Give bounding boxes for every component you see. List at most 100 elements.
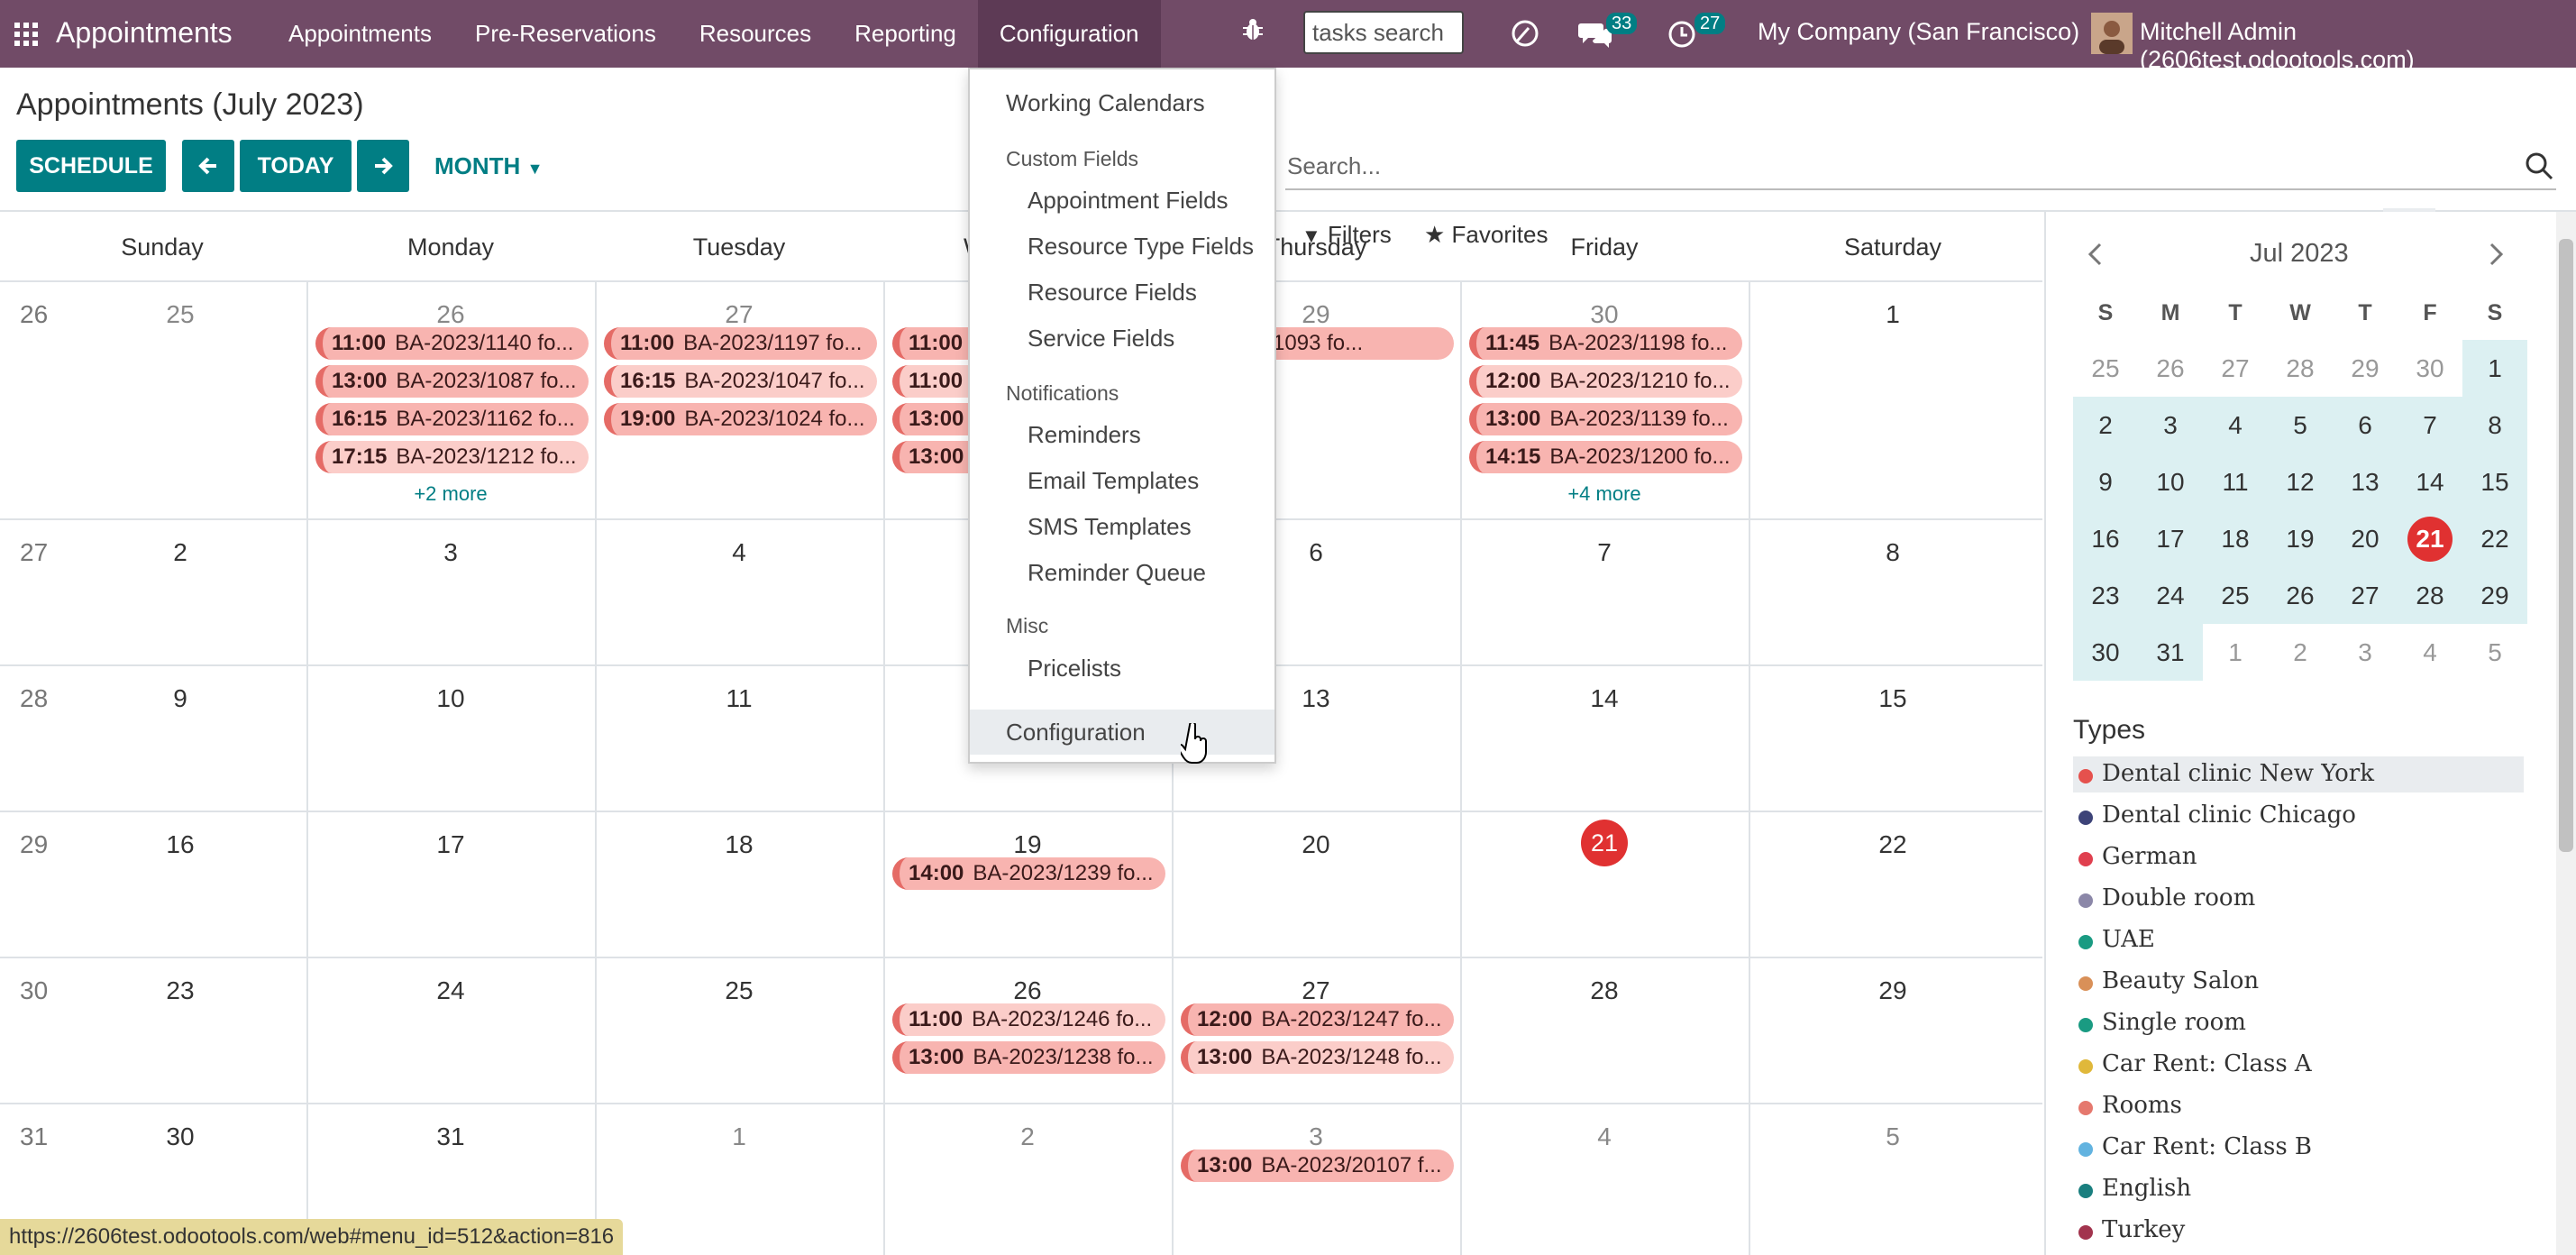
day-number[interactable]: 19 bbox=[883, 830, 1172, 859]
day-number[interactable]: 27 bbox=[595, 300, 883, 329]
menu-item-resource-type-fields[interactable]: Resource Type Fields bbox=[1028, 233, 1254, 261]
type-filter-item[interactable]: Dental clinic Chicago bbox=[2073, 798, 2524, 834]
day-number[interactable]: 3 bbox=[306, 538, 595, 567]
type-filter-item[interactable]: Car Rent: Class B bbox=[2073, 1130, 2524, 1166]
type-filter-item[interactable]: English bbox=[2073, 1171, 2524, 1207]
page-scrollbar[interactable] bbox=[2556, 212, 2576, 1255]
day-number[interactable]: 8 bbox=[1749, 538, 2037, 567]
mini-calendar-day[interactable]: 4 bbox=[2398, 624, 2462, 681]
menu-item-reminder-queue[interactable]: Reminder Queue bbox=[1028, 559, 1206, 587]
mini-calendar-day[interactable]: 5 bbox=[2268, 397, 2333, 453]
calendar-event[interactable]: 16:15 BA-2023/1162 fo... bbox=[315, 403, 589, 435]
debug-bug-icon[interactable] bbox=[1239, 16, 1266, 43]
mini-calendar-day[interactable]: 11 bbox=[2203, 453, 2268, 510]
menu-configuration[interactable]: Configuration bbox=[977, 0, 1161, 68]
menu-item-pricelists[interactable]: Pricelists bbox=[1028, 655, 1121, 682]
menu-item-sms-templates[interactable]: SMS Templates bbox=[1028, 513, 1192, 541]
mini-calendar-day[interactable]: 17 bbox=[2138, 510, 2203, 567]
calendar-event[interactable]: 11:00 BA-2023/1197 fo... bbox=[604, 327, 877, 360]
mini-calendar-day[interactable]: 13 bbox=[2333, 453, 2398, 510]
mini-calendar-day[interactable]: 4 bbox=[2203, 397, 2268, 453]
previous-button[interactable] bbox=[182, 140, 234, 192]
calendar-event[interactable]: 16:15 BA-2023/1047 fo... bbox=[604, 365, 877, 398]
calendar-event[interactable]: 13:00 BA-2023/1139 fo... bbox=[1469, 403, 1742, 435]
mini-calendar-day[interactable]: 8 bbox=[2462, 397, 2527, 453]
day-number[interactable]: 29 bbox=[1749, 976, 2037, 1005]
mini-calendar-day[interactable]: 9 bbox=[2073, 453, 2138, 510]
mini-calendar-day[interactable]: 12 bbox=[2268, 453, 2333, 510]
scrollbar-thumb[interactable] bbox=[2559, 239, 2573, 852]
search-icon[interactable] bbox=[2524, 151, 2554, 181]
menu-item-resource-fields[interactable]: Resource Fields bbox=[1028, 279, 1197, 307]
mini-calendar-day[interactable]: 28 bbox=[2398, 567, 2462, 624]
today-day-number[interactable]: 21 bbox=[1460, 820, 1749, 866]
calendar-event[interactable]: 12:00 BA-2023/1210 fo... bbox=[1469, 365, 1742, 398]
type-filter-item[interactable]: UAE bbox=[2073, 922, 2524, 958]
search-input[interactable]: Search... bbox=[1285, 142, 2556, 190]
company-switcher[interactable]: My Company (San Francisco) bbox=[1758, 18, 2079, 46]
mini-calendar-day[interactable]: 27 bbox=[2203, 340, 2268, 397]
mini-calendar-day[interactable]: 15 bbox=[2462, 453, 2527, 510]
menu-item-working-calendars[interactable]: Working Calendars bbox=[1006, 89, 1205, 117]
calendar-event[interactable]: 13:00 BA-2023/1087 fo... bbox=[315, 365, 589, 398]
more-events-link[interactable]: +4 more bbox=[1460, 482, 1749, 506]
type-filter-item[interactable]: Beauty Salon bbox=[2073, 964, 2524, 1000]
calendar-event[interactable]: 11:00 BA-2023/1246 fo... bbox=[892, 1003, 1165, 1036]
mini-calendar-day[interactable]: 25 bbox=[2203, 567, 2268, 624]
calendar-event[interactable]: 14:15 BA-2023/1200 fo... bbox=[1469, 441, 1742, 473]
mini-calendar-day[interactable]: 29 bbox=[2333, 340, 2398, 397]
day-number[interactable]: 22 bbox=[1749, 830, 2037, 859]
type-filter-item[interactable]: Car Rent: Class A bbox=[2073, 1047, 2524, 1083]
user-menu[interactable]: Mitchell Admin (2606test.odootools.com) bbox=[2140, 18, 2576, 74]
menu-item-service-fields[interactable]: Service Fields bbox=[1028, 325, 1174, 353]
day-number[interactable]: 1 bbox=[595, 1122, 883, 1151]
next-button[interactable] bbox=[357, 140, 409, 192]
type-filter-item[interactable]: Dental clinic New York bbox=[2073, 756, 2524, 792]
day-number[interactable]: 18 bbox=[595, 830, 883, 859]
calendar-event[interactable]: 14:00 BA-2023/1239 fo... bbox=[892, 857, 1165, 890]
day-number[interactable]: 4 bbox=[595, 538, 883, 567]
menu-item-reminders[interactable]: Reminders bbox=[1028, 421, 1141, 449]
calendar-event[interactable]: 13:00 BA-2023/1238 fo... bbox=[892, 1041, 1165, 1074]
day-number[interactable]: 16 bbox=[36, 830, 324, 859]
mini-calendar-day[interactable]: 24 bbox=[2138, 567, 2203, 624]
day-number[interactable]: 17 bbox=[306, 830, 595, 859]
day-number[interactable]: 26 bbox=[306, 300, 595, 329]
menu-pre-reservations[interactable]: Pre-Reservations bbox=[453, 0, 678, 68]
mini-calendar-day[interactable]: 23 bbox=[2073, 567, 2138, 624]
calendar-event[interactable]: 19:00 BA-2023/1024 fo... bbox=[604, 403, 877, 435]
mini-calendar-day[interactable]: 7 bbox=[2398, 397, 2462, 453]
chevron-right-icon[interactable] bbox=[2482, 241, 2509, 268]
today-button[interactable]: TODAY bbox=[240, 140, 352, 192]
day-number[interactable]: 14 bbox=[1460, 684, 1749, 713]
day-number[interactable]: 11 bbox=[595, 684, 883, 713]
menu-item-configuration[interactable]: Configuration bbox=[970, 710, 1274, 755]
mini-calendar-day[interactable]: 3 bbox=[2138, 397, 2203, 453]
mini-calendar-day[interactable]: 14 bbox=[2398, 453, 2462, 510]
mini-calendar-day[interactable]: 29 bbox=[2462, 567, 2527, 624]
day-number[interactable]: 24 bbox=[306, 976, 595, 1005]
mini-calendar-day[interactable]: 26 bbox=[2138, 340, 2203, 397]
calendar-event[interactable]: 13:00 BA-2023/20107 f... bbox=[1181, 1150, 1454, 1182]
tasks-search-input[interactable] bbox=[1303, 11, 1464, 54]
mini-calendar-day[interactable]: 1 bbox=[2462, 340, 2527, 397]
mini-calendar-day[interactable]: 30 bbox=[2073, 624, 2138, 681]
menu-reporting[interactable]: Reporting bbox=[833, 0, 978, 68]
mini-calendar-day[interactable]: 21 bbox=[2398, 510, 2462, 567]
apps-grid-icon[interactable] bbox=[14, 23, 38, 46]
day-number[interactable]: 9 bbox=[36, 684, 324, 713]
day-number[interactable]: 1 bbox=[1749, 300, 2037, 329]
mini-calendar-day[interactable]: 16 bbox=[2073, 510, 2138, 567]
schedule-button[interactable]: SCHEDULE bbox=[16, 140, 166, 192]
app-brand[interactable]: Appointments bbox=[56, 16, 233, 50]
mini-calendar-day[interactable]: 27 bbox=[2333, 567, 2398, 624]
day-number[interactable]: 27 bbox=[1172, 976, 1460, 1005]
mini-calendar-day[interactable]: 1 bbox=[2203, 624, 2268, 681]
scale-month-dropdown[interactable]: MONTH ▼ bbox=[434, 152, 543, 180]
mini-calendar-day[interactable]: 3 bbox=[2333, 624, 2398, 681]
more-events-link[interactable]: +2 more bbox=[306, 482, 595, 506]
refresh-sync-icon[interactable] bbox=[1507, 15, 1543, 51]
mini-calendar-day[interactable]: 28 bbox=[2268, 340, 2333, 397]
mini-calendar-day[interactable]: 2 bbox=[2268, 624, 2333, 681]
day-number[interactable]: 30 bbox=[1460, 300, 1749, 329]
